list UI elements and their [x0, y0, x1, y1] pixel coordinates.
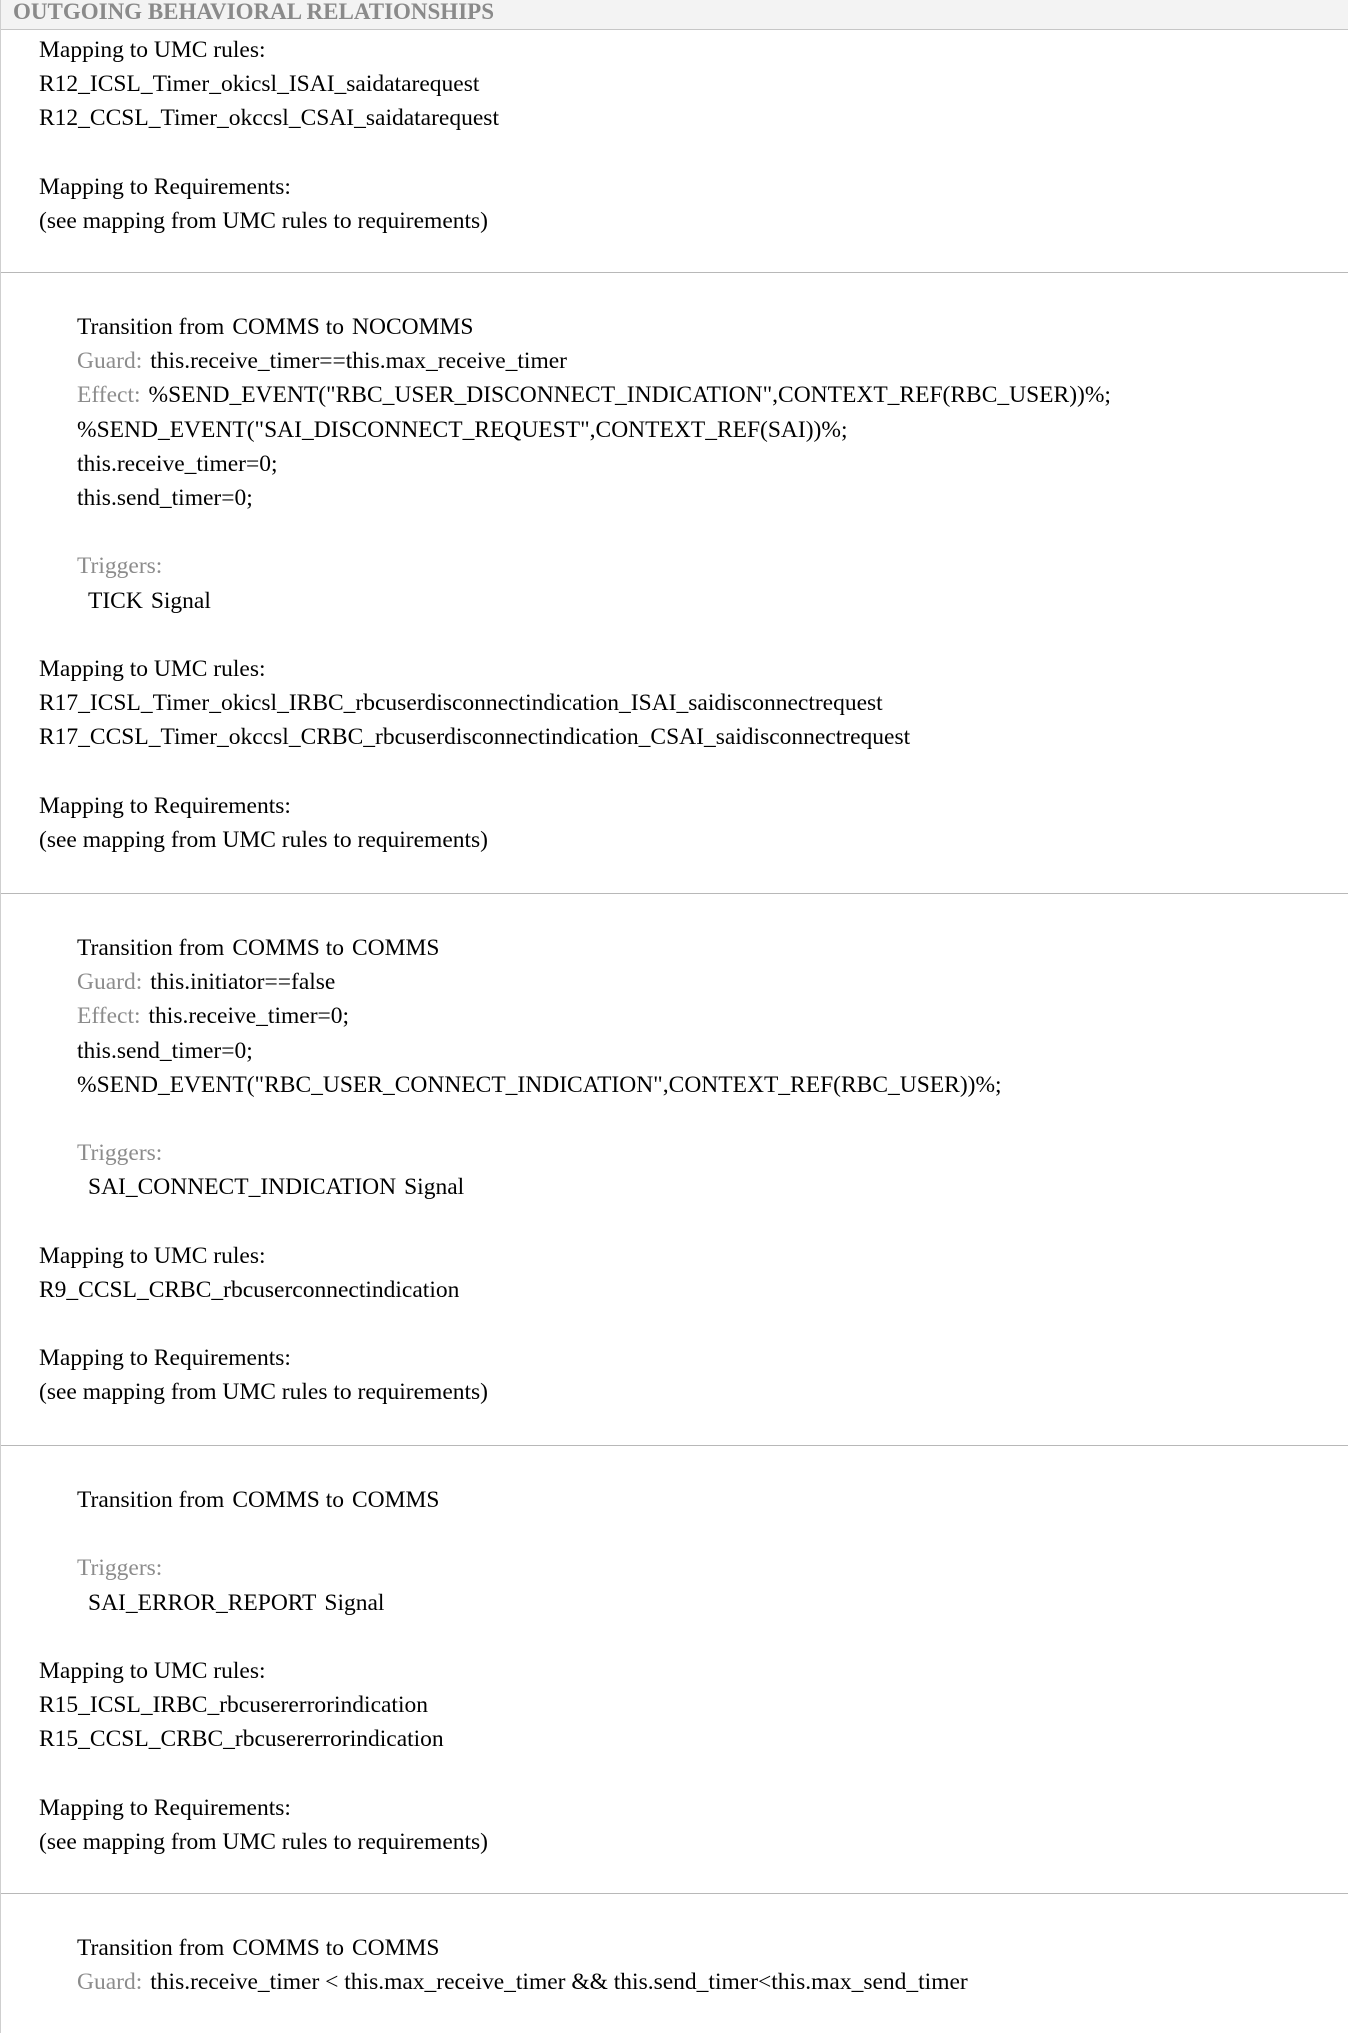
guard-expression: this.receive_timer==this.max_receive_tim…: [150, 348, 567, 375]
transition-target-state: COMMS: [352, 1487, 440, 1513]
effect-statement: %SEND_EVENT("RBC_USER_CONNECT_INDICATION…: [77, 1071, 1002, 1098]
umc-rules-label: Mapping to UMC rules:: [39, 1242, 266, 1269]
trigger-kind: Signal: [324, 1589, 385, 1616]
guard-line: Guard: this.initiator==false: [1, 965, 1348, 999]
transition-heading: Transition from COMMS to NOCOMMS: [1, 310, 1348, 344]
transition-to-word: to: [325, 1487, 344, 1513]
transition-target-state: NOCOMMS: [352, 314, 474, 340]
umc-rule: R12_CCSL_Timer_okccsl_CSAI_saidatareques…: [39, 105, 499, 132]
effect-line: Effect: this.receive_timer=0;: [1, 999, 1348, 1033]
transition-heading: Transition from COMMS to COMMS: [1, 1483, 1348, 1517]
umc-rules-label: Mapping to UMC rules:: [39, 1657, 266, 1684]
requirements-label: Mapping to Requirements:: [39, 1345, 291, 1372]
trigger-name: TICK: [88, 587, 143, 614]
trigger-name: SAI_CONNECT_INDICATION: [88, 1174, 397, 1201]
transition-source-state: COMMS: [232, 935, 320, 961]
guard-label: Guard:: [77, 348, 143, 375]
requirements-text: (see mapping from UMC rules to requireme…: [39, 826, 489, 853]
trigger-item: SAI_ERROR_REPORT Signal: [1, 1586, 1348, 1620]
effect-label: Effect:: [77, 1003, 141, 1030]
transition-target-state: COMMS: [352, 1935, 440, 1961]
requirements-text: (see mapping from UMC rules to requireme…: [39, 207, 489, 234]
requirements-text: (see mapping from UMC rules to requireme…: [39, 1828, 489, 1855]
relationship-section: Transition from COMMS to COMMS Triggers: S…: [1, 1446, 1348, 1894]
transition-prefix: Transition from: [77, 935, 225, 961]
requirements-label: Mapping to Requirements:: [39, 173, 291, 200]
effect-statement: %SEND_EVENT("SAI_DISCONNECT_REQUEST",CON…: [77, 416, 848, 443]
trigger-item: SAI_CONNECT_INDICATION Signal: [1, 1170, 1348, 1204]
relationship-section: Mapping to UMC rules: R12_ICSL_Timer_oki…: [1, 30, 1348, 273]
transition-source-state: COMMS: [232, 314, 320, 340]
effect-label: Effect:: [77, 382, 141, 409]
requirements-label: Mapping to Requirements:: [39, 1794, 291, 1821]
requirements-label: Mapping to Requirements:: [39, 792, 291, 819]
trigger-kind: Signal: [404, 1174, 465, 1201]
effect-statement: this.receive_timer=0;: [77, 450, 278, 477]
transition-to-word: to: [325, 1935, 344, 1961]
effect-line: Effect: %SEND_EVENT("RBC_USER_DISCONNECT_…: [1, 378, 1348, 412]
requirements-text: (see mapping from UMC rules to requireme…: [39, 1379, 489, 1406]
transition-source-state: COMMS: [232, 1487, 320, 1513]
guard-label: Guard:: [77, 1969, 143, 1996]
transition-prefix: Transition from: [77, 1487, 225, 1513]
transition-to-word: to: [325, 314, 344, 340]
effect-statement: this.send_timer=0;: [77, 484, 253, 511]
effect-statement: this.receive_timer=0;: [148, 1003, 350, 1030]
umc-rule: R12_ICSL_Timer_okicsl_ISAI_saidatareques…: [39, 71, 480, 98]
transition-target-state: COMMS: [352, 935, 440, 961]
umc-rule: R9_CCSL_CRBC_rbcuserconnectindication: [39, 1276, 460, 1303]
triggers-label: Triggers:: [77, 1555, 163, 1582]
umc-rules-label: Mapping to UMC rules:: [39, 655, 266, 682]
relationship-section: Transition from COMMS to COMMS Guard: this.…: [1, 1894, 1348, 2033]
triggers-label: Triggers:: [77, 553, 163, 580]
trigger-name: SAI_ERROR_REPORT: [88, 1589, 317, 1616]
transition-prefix: Transition from: [77, 314, 225, 340]
transition-prefix: Transition from: [77, 1935, 225, 1961]
umc-rule: R15_CCSL_CRBC_rbcusererrorindication: [39, 1726, 444, 1753]
guard-expression: this.initiator==false: [150, 969, 336, 996]
effect-statement: %SEND_EVENT("RBC_USER_DISCONNECT_INDICAT…: [148, 382, 1111, 409]
umc-rule: R15_ICSL_IRBC_rbcusererrorindication: [39, 1692, 428, 1719]
section-header: OUTGOING BEHAVIORAL RELATIONSHIPS: [1, 0, 1348, 30]
trigger-item: TICK Signal: [1, 584, 1348, 618]
transition-to-word: to: [325, 935, 344, 961]
effect-statement: this.send_timer=0;: [77, 1037, 253, 1064]
guard-line: Guard: this.receive_timer==this.max_recei…: [1, 344, 1348, 378]
transition-heading: Transition from COMMS to COMMS: [1, 1931, 1348, 1965]
transition-heading: Transition from COMMS to COMMS: [1, 931, 1348, 965]
triggers-label: Triggers:: [77, 1140, 163, 1167]
relationship-section: Transition from COMMS to COMMS Guard: this.…: [1, 894, 1348, 1446]
umc-rule: R17_ICSL_Timer_okicsl_IRBC_rbcuserdiscon…: [39, 690, 883, 717]
guard-label: Guard:: [77, 969, 143, 996]
umc-rules-label: Mapping to UMC rules:: [39, 37, 266, 63]
guard-line: Guard: this.receive_timer < this.max_rece…: [1, 1965, 1348, 1999]
relationship-section: Transition from COMMS to NOCOMMS Guard: thi…: [1, 273, 1348, 894]
trigger-kind: Signal: [150, 587, 211, 614]
umc-rule: R17_CCSL_Timer_okccsl_CRBC_rbcuserdiscon…: [39, 724, 911, 751]
document-page: OUTGOING BEHAVIORAL RELATIONSHIPS Mappin…: [0, 0, 1348, 2033]
guard-expression: this.receive_timer < this.max_receive_ti…: [150, 1969, 968, 1996]
transition-source-state: COMMS: [232, 1935, 320, 1961]
